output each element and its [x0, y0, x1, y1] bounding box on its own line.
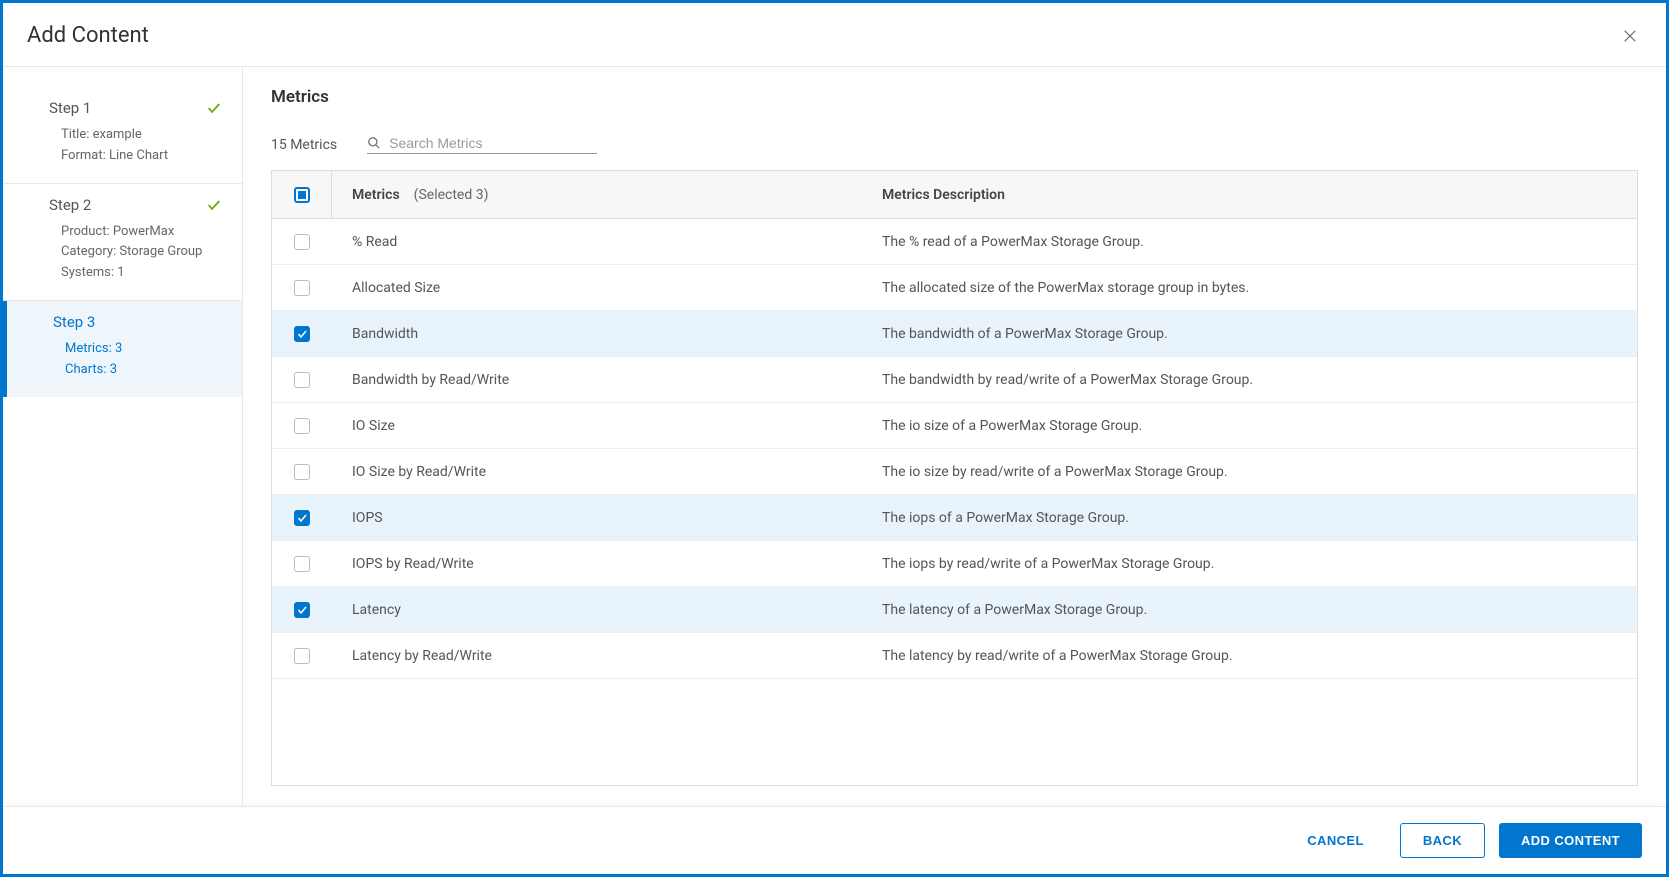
select-all-checkbox[interactable]: [294, 187, 310, 203]
table-body[interactable]: % Read The % read of a PowerMax Storage G…: [272, 219, 1637, 785]
table-row[interactable]: Bandwidth by Read/Write The bandwidth by …: [272, 357, 1637, 403]
col-header-description[interactable]: Metrics Description: [882, 187, 1005, 203]
step-detail-line: Metrics: 3: [65, 339, 222, 360]
metric-desc-cell: The bandwidth of a PowerMax Storage Grou…: [882, 326, 1168, 342]
metric-desc-cell: The latency by read/write of a PowerMax …: [882, 648, 1233, 664]
step-details: Title: example Format: Line Chart: [49, 125, 222, 167]
table-row[interactable]: Latency by Read/Write The latency by read…: [272, 633, 1637, 679]
step-detail-line: Systems: 1: [61, 263, 222, 284]
row-checkbox[interactable]: [294, 648, 310, 664]
metrics-count-label: 15 Metrics: [271, 137, 337, 153]
metric-desc-cell: The iops by read/write of a PowerMax Sto…: [882, 556, 1214, 572]
cancel-button[interactable]: CANCEL: [1285, 823, 1386, 858]
step-detail-line: Product: PowerMax: [61, 222, 222, 243]
row-checkbox[interactable]: [294, 234, 310, 250]
close-button[interactable]: [1618, 24, 1642, 48]
metric-desc-cell: The io size of a PowerMax Storage Group.: [882, 418, 1142, 434]
metric-desc-cell: The io size by read/write of a PowerMax …: [882, 464, 1228, 480]
table-row[interactable]: Bandwidth The bandwidth of a PowerMax Sto…: [272, 311, 1637, 357]
close-icon: [1621, 27, 1639, 45]
col-header-metrics[interactable]: Metrics: [352, 187, 400, 203]
metric-desc-cell: The latency of a PowerMax Storage Group.: [882, 602, 1147, 618]
step-detail-line: Charts: 3: [65, 360, 222, 381]
metric-name-cell: IO Size: [352, 418, 395, 434]
modal-footer: CANCEL BACK ADD CONTENT: [3, 806, 1666, 874]
table-row[interactable]: Allocated Size The allocated size of the …: [272, 265, 1637, 311]
step-details: Metrics: 3 Charts: 3: [53, 339, 222, 381]
metric-name-cell: Bandwidth by Read/Write: [352, 372, 509, 388]
metric-desc-cell: The bandwidth by read/write of a PowerMa…: [882, 372, 1253, 388]
search-input[interactable]: [389, 135, 597, 151]
metric-name-cell: Latency: [352, 602, 401, 618]
row-checkbox[interactable]: [294, 464, 310, 480]
step-title: Step 3: [53, 313, 95, 331]
row-checkbox[interactable]: [294, 418, 310, 434]
step-detail-line: Category: Storage Group: [61, 242, 222, 263]
row-checkbox[interactable]: [294, 280, 310, 296]
col-header-selected-count: (Selected 3): [414, 187, 489, 203]
add-content-button[interactable]: ADD CONTENT: [1499, 823, 1642, 858]
row-checkbox[interactable]: [294, 510, 310, 526]
wizard-step-1[interactable]: Step 1 Title: example Format: Line Chart: [3, 87, 242, 184]
row-checkbox[interactable]: [294, 372, 310, 388]
step-details: Product: PowerMax Category: Storage Grou…: [49, 222, 222, 284]
metrics-table: Metrics (Selected 3) Metrics Description…: [271, 170, 1638, 786]
add-content-modal: Add Content Step 1 Title: example Format…: [0, 0, 1669, 877]
modal-body: Step 1 Title: example Format: Line Chart…: [3, 67, 1666, 806]
step-detail-line: Title: example: [61, 125, 222, 146]
metrics-toolbar: 15 Metrics: [271, 135, 1638, 154]
check-icon: [206, 197, 222, 213]
step-detail-line: Format: Line Chart: [61, 146, 222, 167]
search-box[interactable]: [367, 135, 597, 154]
main-content: Metrics 15 Metrics Metrics: [243, 67, 1666, 806]
row-checkbox[interactable]: [294, 556, 310, 572]
metric-desc-cell: The % read of a PowerMax Storage Group.: [882, 234, 1144, 250]
metric-name-cell: Allocated Size: [352, 280, 440, 296]
metric-name-cell: Bandwidth: [352, 326, 418, 342]
search-icon: [367, 136, 381, 150]
table-row[interactable]: IO Size The io size of a PowerMax Storage…: [272, 403, 1637, 449]
modal-header: Add Content: [3, 3, 1666, 67]
step-title: Step 1: [49, 99, 91, 117]
table-row[interactable]: % Read The % read of a PowerMax Storage G…: [272, 219, 1637, 265]
table-row[interactable]: IO Size by Read/Write The io size by read…: [272, 449, 1637, 495]
metric-name-cell: IO Size by Read/Write: [352, 464, 486, 480]
wizard-sidebar: Step 1 Title: example Format: Line Chart…: [3, 67, 243, 806]
back-button[interactable]: BACK: [1400, 823, 1485, 858]
main-title: Metrics: [271, 87, 1638, 107]
metric-desc-cell: The allocated size of the PowerMax stora…: [882, 280, 1249, 296]
table-row[interactable]: IOPS by Read/Write The iops by read/write…: [272, 541, 1637, 587]
metric-name-cell: % Read: [352, 234, 397, 250]
table-row[interactable]: Latency The latency of a PowerMax Storage…: [272, 587, 1637, 633]
metric-desc-cell: The iops of a PowerMax Storage Group.: [882, 510, 1129, 526]
wizard-step-2[interactable]: Step 2 Product: PowerMax Category: Stora…: [3, 184, 242, 301]
metric-name-cell: IOPS by Read/Write: [352, 556, 474, 572]
check-icon: [206, 100, 222, 116]
row-checkbox[interactable]: [294, 602, 310, 618]
wizard-step-3[interactable]: Step 3 Metrics: 3 Charts: 3: [3, 301, 242, 397]
table-row[interactable]: IOPS The iops of a PowerMax Storage Group…: [272, 495, 1637, 541]
metric-name-cell: IOPS: [352, 510, 383, 526]
step-title: Step 2: [49, 196, 91, 214]
metric-name-cell: Latency by Read/Write: [352, 648, 492, 664]
modal-title: Add Content: [27, 23, 149, 48]
table-header: Metrics (Selected 3) Metrics Description: [272, 171, 1637, 219]
row-checkbox[interactable]: [294, 326, 310, 342]
